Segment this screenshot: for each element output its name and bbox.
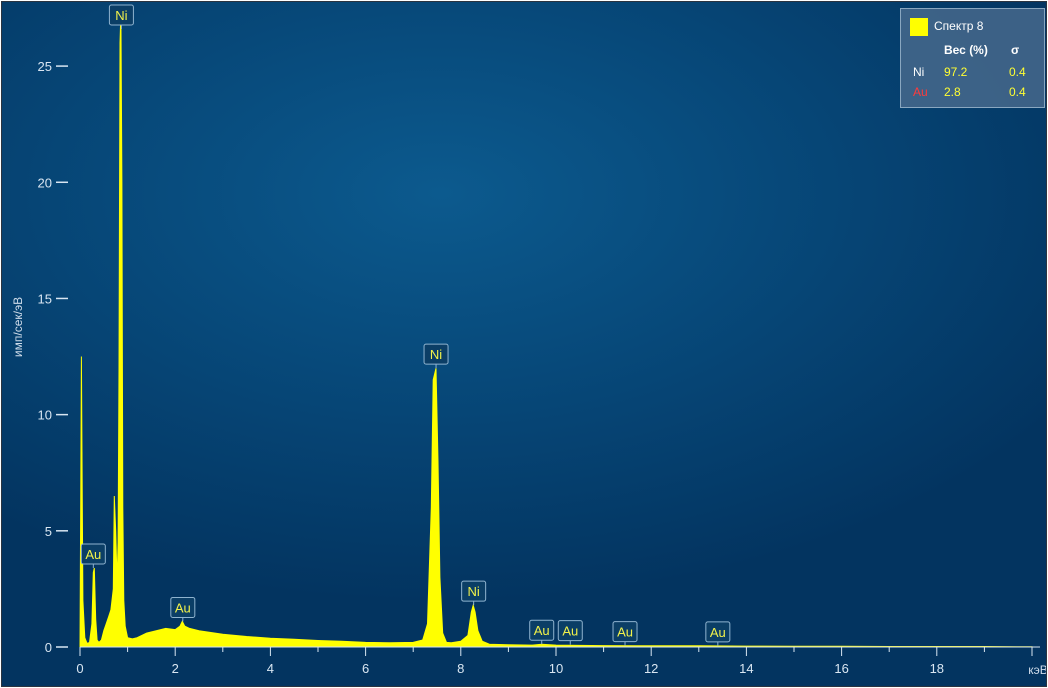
legend-panel: Спектр 8 Вес (%) σ Ni 97.2 0.4 Au 2.8 0.… xyxy=(900,8,1045,108)
x-tick-label: 14 xyxy=(739,661,753,676)
peak-label: Ni xyxy=(461,580,487,606)
y-tick-label: 10 xyxy=(38,408,52,423)
peak-label: Au xyxy=(705,621,731,646)
x-tick-label: 10 xyxy=(549,661,563,676)
peak-label-text: Au xyxy=(534,623,550,638)
x-tick-label: 8 xyxy=(457,661,464,676)
peak-label-text: Ni xyxy=(115,8,127,23)
legend-row-element: Au xyxy=(913,85,928,99)
peak-label-text: Au xyxy=(85,547,101,562)
x-tick-label: 4 xyxy=(267,661,274,676)
legend-swatch xyxy=(910,18,928,36)
peak-label-text: Au xyxy=(175,600,191,615)
x-tick-label: 0 xyxy=(76,661,83,676)
peak-label-text: Au xyxy=(617,625,633,640)
legend-row-element: Ni xyxy=(913,65,925,79)
legend-row-weight: 2.8 xyxy=(944,85,961,99)
x-tick-label: 16 xyxy=(834,661,848,676)
x-tick-label: 12 xyxy=(644,661,658,676)
legend-col-sigma: σ xyxy=(1011,43,1020,57)
y-tick-label: 25 xyxy=(38,59,52,74)
x-tick-label: 2 xyxy=(172,661,179,676)
peak-label-text: Ni xyxy=(430,347,442,362)
legend-row-weight: 97.2 xyxy=(944,65,968,79)
y-axis-title: имп/сек/эВ xyxy=(11,297,25,357)
x-axis-title: кэВ xyxy=(1028,663,1046,677)
peak-label: Au xyxy=(170,596,196,622)
y-tick-label: 5 xyxy=(45,524,52,539)
x-tick-label: 18 xyxy=(930,661,944,676)
y-tick-label: 20 xyxy=(38,175,52,190)
peak-label: Ni xyxy=(423,343,449,369)
spectrum-chart: 0 2 4 6 8 10 12 14 16 18 кэВ 0 5 10 15 20 25 имп/сек/эВ Ni… xyxy=(11,4,1046,677)
spectrum-chart-frame: 0 2 4 6 8 10 12 14 16 18 кэВ 0 5 10 15 20 25 имп/сек/эВ Ni… xyxy=(1,1,1047,687)
y-tick-label: 0 xyxy=(45,640,52,655)
legend-col-weight: Вес (%) xyxy=(944,43,988,57)
peak-label-text: Au xyxy=(562,624,578,639)
y-tick-label: 15 xyxy=(38,291,52,306)
peak-label: Au xyxy=(612,621,638,646)
legend-series-name: Спектр 8 xyxy=(934,19,984,33)
peak-label: Au xyxy=(557,620,583,645)
peak-label: Au xyxy=(529,619,555,645)
peak-label-text: Au xyxy=(710,625,726,640)
peak-label-text: Ni xyxy=(468,584,480,599)
legend-row-sigma: 0.4 xyxy=(1009,65,1026,79)
spectrum-area xyxy=(79,12,1033,648)
x-tick-label: 6 xyxy=(362,661,369,676)
legend-row-sigma: 0.4 xyxy=(1009,85,1026,99)
peak-label: Ni xyxy=(108,4,134,29)
peak-label: Au xyxy=(80,543,106,568)
